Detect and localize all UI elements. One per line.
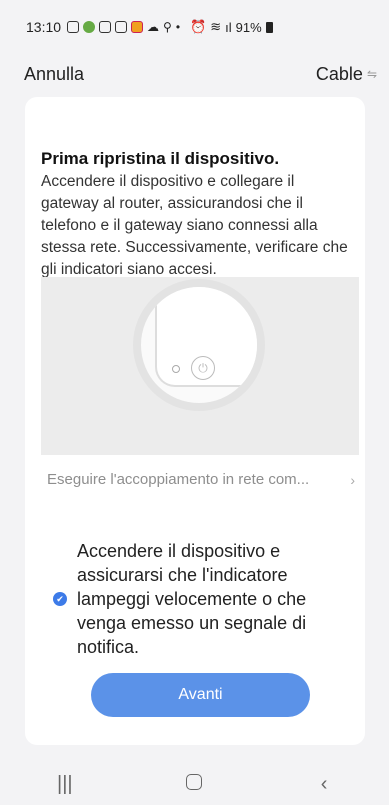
app-icon [131,21,144,33]
back-icon[interactable]: ‹ [294,773,354,796]
alternate-pairing-link[interactable]: Eseguire l'accoppiamento in rete com... … [47,471,365,488]
status-bar: 13:10 ☁ ⚲ • ⏰ ≋ ıl 91% [0,0,389,54]
cancel-button[interactable]: Annulla [24,64,84,85]
indicator-led-icon [172,365,180,373]
confirm-checkbox[interactable]: ✔ Accendere il dispositivo e assicurarsi… [53,539,353,659]
location-icon: ⚲ [163,20,172,34]
instagram-icon [115,21,128,33]
signal-icon: ıl [225,19,232,35]
connection-mode-switch[interactable]: Cable ⇋ [316,64,377,85]
cloud-icon: ☁ [147,20,160,34]
device-illustration: ⏻ [41,277,359,455]
home-icon [186,773,203,790]
instructions-text: Accendere il dispositivo e collegare il … [41,173,348,278]
setup-card: Prima ripristina il dispositivo. Accende… [25,97,365,745]
battery-icon [265,21,273,33]
connection-mode-label: Cable [315,63,363,84]
wifi-icon: ≋ [210,19,222,34]
illustration-circle: ⏻ [141,287,257,403]
system-nav-bar: ||| ‹ [0,763,389,805]
alarm-icon: ⏰ [190,19,207,34]
app-icon [83,21,96,33]
top-bar: Annulla Cable ⇋ [0,54,389,94]
recent-apps-icon[interactable]: ||| [35,773,95,796]
status-time: 13:10 [26,19,62,35]
power-icon: ⏻ [191,356,215,380]
system-icons: ⏰ ≋ ıl 91% [190,19,273,35]
home-button[interactable] [164,773,224,796]
confirm-label: Accendere il dispositivo e assicurarsi c… [77,541,307,657]
instagram-icon [67,21,80,33]
pairing-link-label: Eseguire l'accoppiamento in rete com... [47,471,310,488]
instagram-icon [99,21,112,33]
battery-percent: 91% [235,19,262,35]
check-icon[interactable]: ✔ [53,592,67,606]
next-button[interactable]: Avanti [91,673,310,717]
dot-icon: • [175,20,181,34]
chevron-right-icon: › [350,471,355,488]
swap-icon: ⇋ [366,67,377,81]
notification-icons: ☁ ⚲ • [67,20,180,34]
page-title: Prima ripristina il dispositivo. [41,149,280,168]
